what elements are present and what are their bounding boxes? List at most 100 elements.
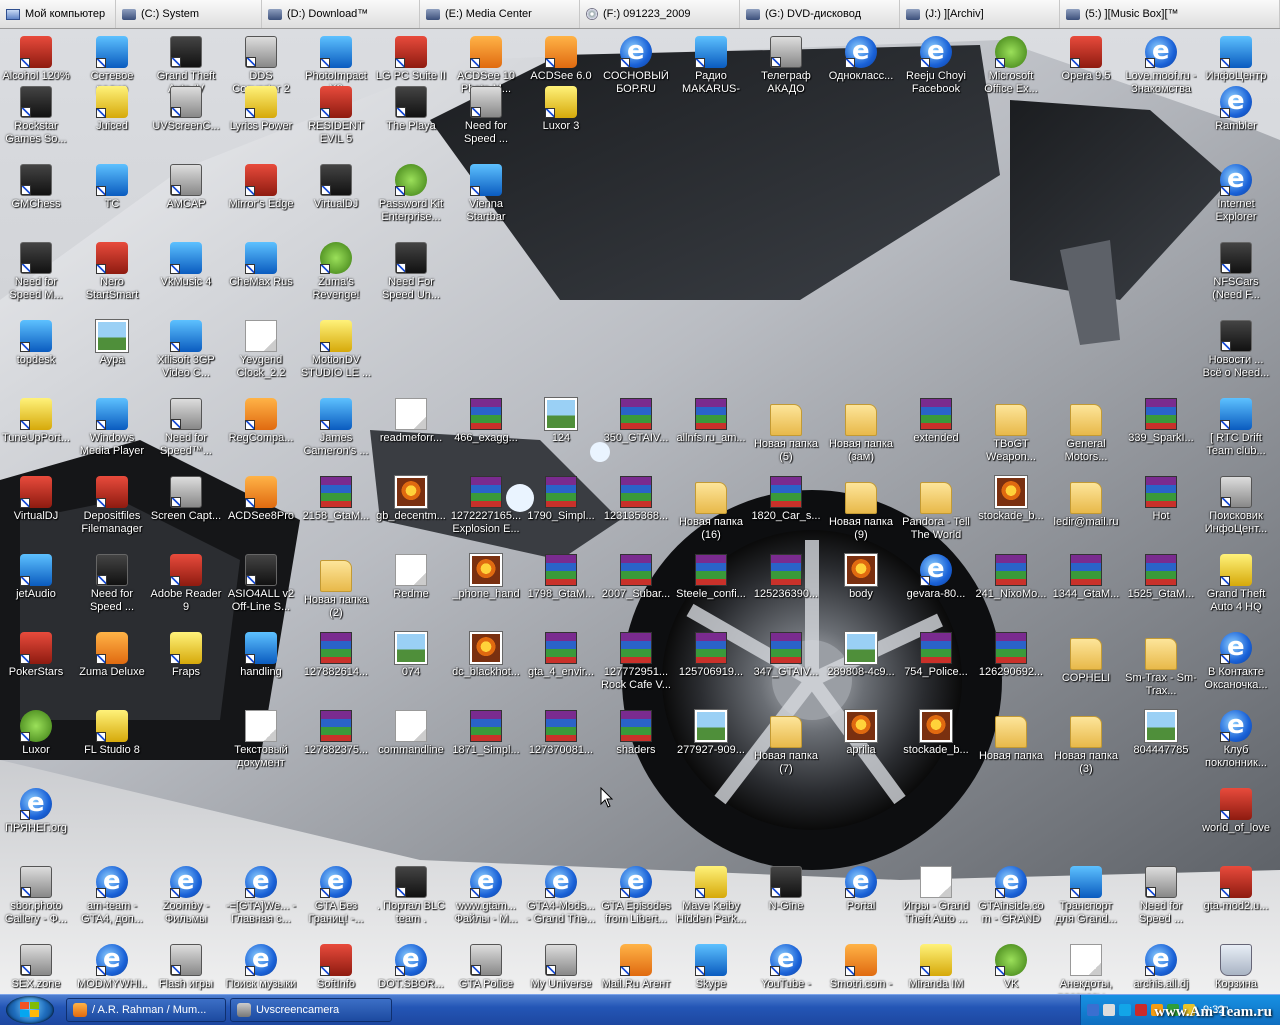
desktop-icon[interactable]: Luxor xyxy=(0,710,72,757)
desktop-icon[interactable]: 277927-909... xyxy=(675,710,747,757)
desktop-icon[interactable]: Alcohol 120% xyxy=(0,36,72,83)
desktop-icon[interactable]: 347_GTAIV... xyxy=(750,632,822,679)
desktop-icon[interactable]: YouTube - xyxy=(750,944,822,991)
desktop-icon[interactable]: Игры - Grand Theft Auto ... xyxy=(900,866,972,926)
desktop-icon[interactable]: am-team - GTA4, доп... xyxy=(76,866,148,926)
desktop-icon[interactable]: 350_GTAIV... xyxy=(600,398,672,445)
taskbar-window-button[interactable]: Uvscreencamera xyxy=(230,998,392,1022)
desktop-icon[interactable]: Hot xyxy=(1125,476,1197,523)
desktop-icon[interactable]: gta_4_envir... xyxy=(525,632,597,679)
desktop-icon[interactable]: Новая папка (16) xyxy=(675,476,747,542)
desktop-icon[interactable]: Steele_confi... xyxy=(675,554,747,601)
desktop-icon[interactable]: DOT.SBOR... xyxy=(375,944,447,991)
desktop-icon[interactable]: 127882375... xyxy=(300,710,372,757)
desktop-icon[interactable]: 2158_GtaM... xyxy=(300,476,372,523)
desktop-icon[interactable]: -=[GTA]We... - Главная с... xyxy=(225,866,297,926)
desktop-icon[interactable]: Need for Speed ... xyxy=(450,86,522,146)
desktop-icon[interactable]: Аура xyxy=(76,320,148,367)
desktop-icon[interactable]: GMChess xyxy=(0,164,72,211)
desktop-icon[interactable]: commandline xyxy=(375,710,447,757)
desktop-icon[interactable]: 124 xyxy=(525,398,597,445)
desktop-icon[interactable]: Mirror's Edge xyxy=(225,164,297,211)
desktop-icon[interactable]: www.gtam... Файлы - М... xyxy=(450,866,522,926)
desktop-icon[interactable]: handling xyxy=(225,632,297,679)
desktop-icon[interactable]: 466_exagg... xyxy=(450,398,522,445)
drive-button[interactable]: Мой компьютер xyxy=(0,0,116,28)
desktop-icon[interactable]: Радио MAKARUS-Mix xyxy=(675,36,747,96)
desktop-icon[interactable]: gta-mod2.u... xyxy=(1200,866,1272,913)
desktop-icon[interactable]: Lyrics Power xyxy=(225,86,297,133)
desktop-icon[interactable]: Screen Capt... xyxy=(150,476,222,523)
desktop-icon[interactable]: UVScreenC... xyxy=(150,86,222,133)
desktop-icon[interactable]: GTA Без Границ! -... xyxy=(300,866,372,926)
desktop-icon[interactable]: stockade_b... xyxy=(975,476,1047,523)
desktop-icon[interactable]: The Playa xyxy=(375,86,447,133)
desktop-icon[interactable]: Depositfiles Filemanager xyxy=(76,476,148,536)
desktop-icon[interactable]: James Cameron's ... xyxy=(300,398,372,458)
drive-button[interactable]: (C:) System xyxy=(116,0,262,28)
desktop-icon[interactable]: TC xyxy=(76,164,148,211)
desktop-icon[interactable]: LG PC Suite II xyxy=(375,36,447,83)
desktop-icon[interactable]: Новая папка (5) xyxy=(750,398,822,464)
desktop-icon[interactable]: Новая папка xyxy=(975,710,1047,763)
desktop-icon[interactable]: GTAinside.com - GRAND TH... xyxy=(975,866,1047,926)
desktop-icon[interactable]: CheMax Rus xyxy=(225,242,297,289)
desktop-icon[interactable]: ПРЯНЕГ.org xyxy=(0,788,72,835)
desktop-icon[interactable]: . Портал BLC team . xyxy=(375,866,447,926)
desktop-icon[interactable]: 127882614... xyxy=(300,632,372,679)
desktop-icon[interactable]: 1820_Car_s... xyxy=(750,476,822,523)
desktop-icon[interactable]: NFSCars (Need F... xyxy=(1200,242,1272,302)
desktop-icon[interactable]: Текстовый документ xyxy=(225,710,297,770)
desktop-icon[interactable]: 2007_Subar... xyxy=(600,554,672,601)
desktop-icon[interactable]: Password Kit Enterprise... xyxy=(375,164,447,224)
desktop-icon[interactable]: 125706919... xyxy=(675,632,747,679)
desktop-icon[interactable]: Новая папка (9) xyxy=(825,476,897,542)
drive-button[interactable]: (F:) 091223_2009 xyxy=(580,0,740,28)
desktop-icon[interactable]: Sm-Trax - Sm-Trax... xyxy=(1125,632,1197,698)
desktop-icon[interactable]: archis.all.dj xyxy=(1125,944,1197,991)
desktop-icon[interactable]: 126290692... xyxy=(975,632,1047,679)
desktop-icon[interactable]: Новая папка (7) xyxy=(750,710,822,776)
desktop-icon[interactable]: shaders xyxy=(600,710,672,757)
desktop-icon[interactable]: ledir@mail.ru xyxy=(1050,476,1122,529)
desktop-icon[interactable]: 339_SparkI... xyxy=(1125,398,1197,445)
desktop-icon[interactable]: Xilisoft 3GP Video C... xyxy=(150,320,222,380)
desktop-icon[interactable]: GTA Police xyxy=(450,944,522,991)
desktop-icon[interactable]: gb_decentm... xyxy=(375,476,447,523)
desktop-icon[interactable]: 127370081... xyxy=(525,710,597,757)
desktop-icon[interactable]: VK xyxy=(975,944,1047,991)
desktop-icon[interactable]: ACDSee8Pro xyxy=(225,476,297,523)
start-button[interactable] xyxy=(6,996,54,1024)
drive-button[interactable]: (G:) DVD-дисковод xyxy=(740,0,900,28)
desktop-icon[interactable]: stockade_b... xyxy=(900,710,972,757)
desktop-icon[interactable]: _phone_hand xyxy=(450,554,522,601)
desktop-icon[interactable]: В Контакте Оксаночка... xyxy=(1200,632,1272,692)
desktop-icon[interactable]: 074 xyxy=(375,632,447,679)
desktop-icon[interactable]: 1790_Simpl... xyxy=(525,476,597,523)
desktop-icon[interactable]: COPHELI xyxy=(1050,632,1122,685)
desktop-icon[interactable]: extended xyxy=(900,398,972,445)
desktop-icon[interactable]: Mail.Ru Агент xyxy=(600,944,672,991)
desktop-icon[interactable]: sbor.photo Gallery - Ф... xyxy=(0,866,72,926)
drive-button[interactable]: (D:) Download™ xyxy=(262,0,420,28)
desktop-icon[interactable]: MotionDV STUDIO LE ... xyxy=(300,320,372,380)
desktop-icon[interactable]: RESIDENT EVIL 5 xyxy=(300,86,372,146)
desktop-icon[interactable]: SEX.zone xyxy=(0,944,72,991)
taskbar-window-button[interactable]: / A.R. Rahman / Mum... xyxy=(66,998,226,1022)
desktop-icon[interactable]: Miranda IM xyxy=(900,944,972,991)
desktop-icon[interactable]: Поисковик ИнфоЦент... xyxy=(1200,476,1272,536)
desktop-icon[interactable]: Поиск музыки xyxy=(225,944,297,991)
desktop-icon[interactable]: Транспорт для Grand... xyxy=(1050,866,1122,926)
desktop-icon[interactable]: Zoomby - Фильмы xyxy=(150,866,222,926)
desktop-icon[interactable]: allnfs.ru_am... xyxy=(675,398,747,445)
desktop-icon[interactable]: FL Studio 8 xyxy=(76,710,148,757)
desktop-icon[interactable]: Yevgend Clock_2.2 xyxy=(225,320,297,380)
desktop-icon[interactable]: Fraps xyxy=(150,632,222,679)
desktop-icon[interactable]: 125236390... xyxy=(750,554,822,601)
desktop-icon[interactable]: 754_Police... xyxy=(900,632,972,679)
desktop-icon[interactable]: AMCAP xyxy=(150,164,222,211)
desktop-icon[interactable]: topdesk xyxy=(0,320,72,367)
desktop-icon[interactable]: Microsoft Office Ex... xyxy=(975,36,1047,96)
desktop-icon[interactable]: Rockstar Games So... xyxy=(0,86,72,146)
desktop-icon[interactable]: Need for Speed ... xyxy=(1125,866,1197,926)
